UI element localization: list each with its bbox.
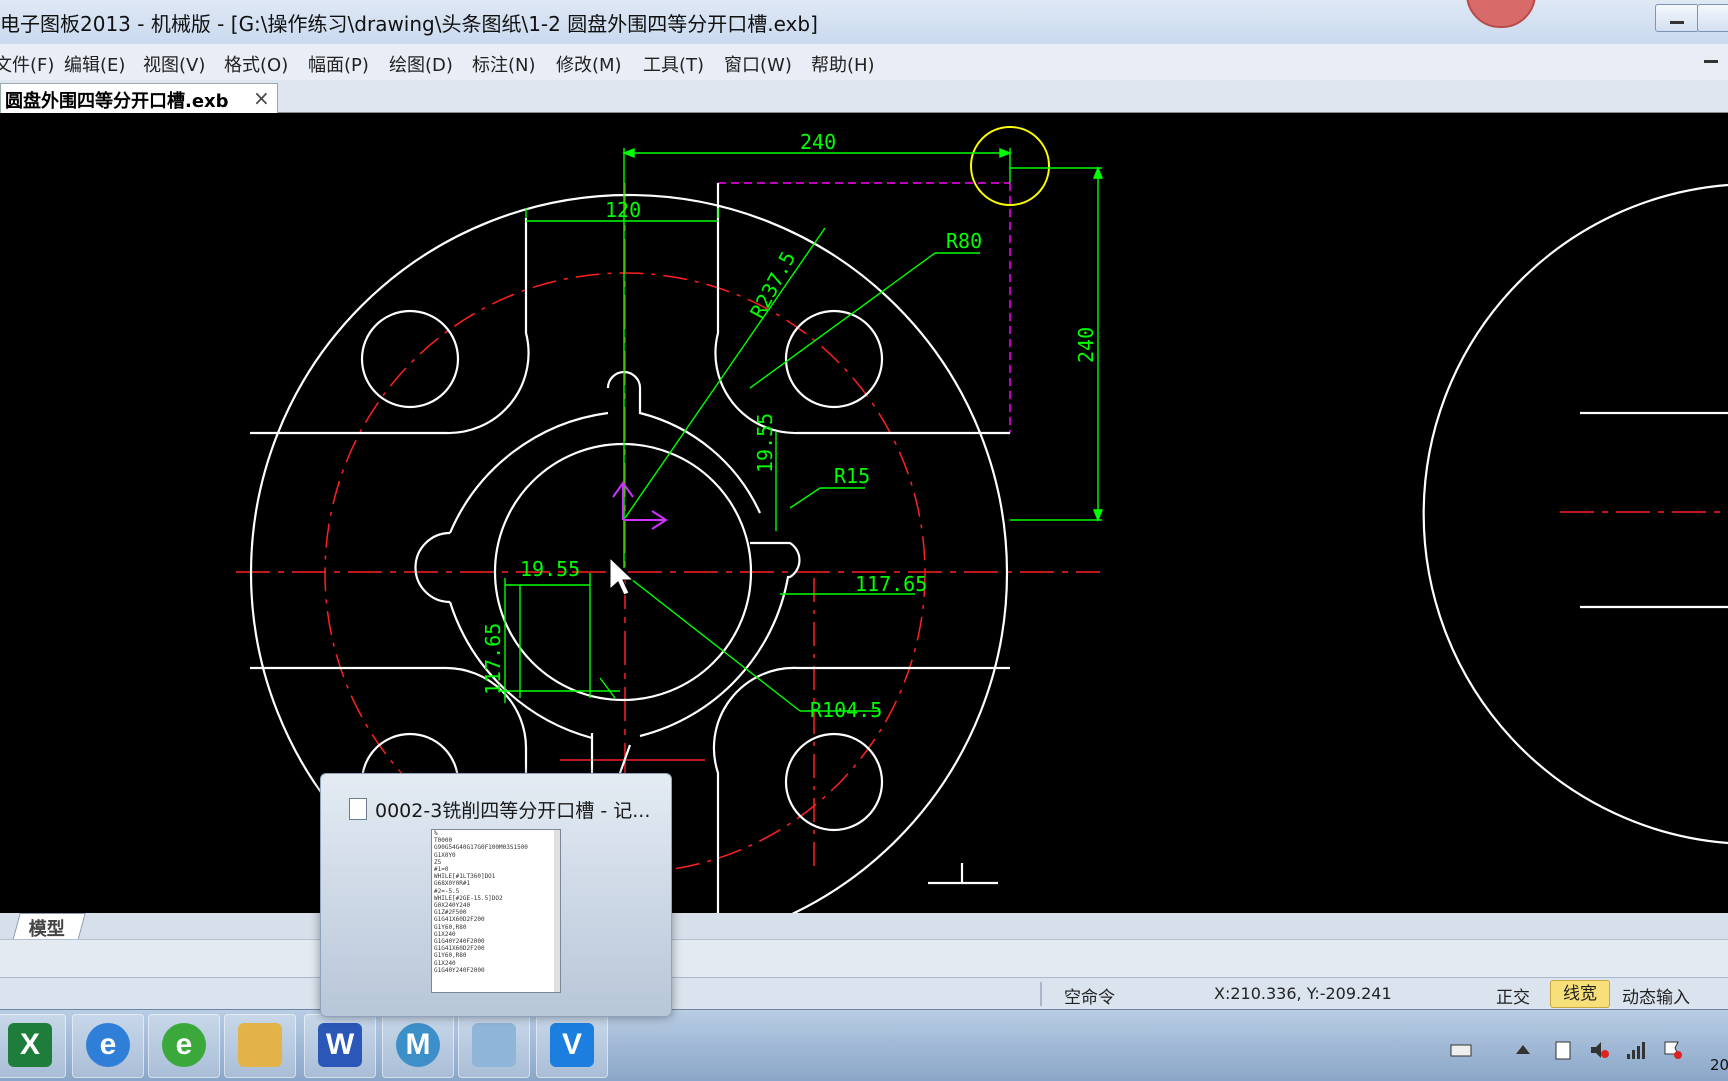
document-tab-bar: 圆盘外围四等分开口槽.exb × [0, 80, 1728, 113]
menu-format[interactable]: 格式(O) [224, 51, 288, 77]
preview-thumbnail[interactable]: % T0000 G90G54G40G17G0F100M03S1500 G1X0Y… [431, 829, 561, 993]
thumb-line: #1=0 [434, 866, 449, 874]
thumb-line: G1Y60,R80 [434, 952, 467, 960]
line-width-toggle[interactable]: 线宽 [1550, 980, 1610, 1008]
taskbar-ie[interactable]: e [72, 1014, 144, 1078]
menu-tools[interactable]: 工具(T) [643, 51, 704, 77]
menu-view[interactable]: 视图(V) [143, 51, 205, 77]
title-bar: 电子图板2013 - 机械版 - [G:\操作练习\drawing\头条图纸\1… [0, 0, 1728, 45]
status-coordinates: X:210.336, Y:-209.241 [1214, 984, 1392, 1003]
preview-title: 0002-3铣削四等分开口槽 - 记... [375, 800, 651, 822]
dim-r80: R80 [946, 229, 982, 253]
taskbar-notepad[interactable] [458, 1014, 530, 1078]
notepad-icon [472, 1023, 516, 1067]
maximize-button[interactable] [1697, 4, 1728, 32]
thumb-line: G68X0Y0R#1 [434, 880, 471, 888]
thumb-line: G1Y60,R80 [434, 923, 467, 931]
thumb-line: G1G41X60D2F200 [434, 916, 485, 924]
dim-240-top: 240 [800, 130, 836, 154]
dim-19-55-left: 19.55 [520, 557, 580, 581]
v-app-icon: V [550, 1023, 594, 1067]
explorer-icon [238, 1023, 282, 1067]
action-center-icon[interactable] [1662, 1040, 1684, 1060]
menu-sheet[interactable]: 幅面(P) [308, 51, 369, 77]
thumb-line: G1X240 [434, 959, 456, 967]
menu-file[interactable]: 文件(F) [0, 51, 54, 77]
status-command: 空命令 [1064, 988, 1115, 1008]
ie-green-icon: e [162, 1023, 206, 1067]
thumb-line: #2=-5.5 [434, 887, 460, 895]
menu-dimension[interactable]: 标注(N) [472, 51, 536, 77]
notepad-icon [349, 798, 367, 820]
document-tab-label: 圆盘外围四等分开口槽.exb [5, 91, 229, 112]
thumb-line: G1X0Y0 [434, 851, 456, 859]
thumb-line: G1X240 [434, 930, 456, 938]
thumb-line: G0X240Y240 [434, 902, 471, 910]
thumb-line: Z5 [434, 858, 442, 866]
dimension-lines [500, 147, 1104, 712]
thumb-line: G1Z#2F500 [434, 909, 467, 917]
thumb-line: G90G54G40G17G0F100M03S1500 [434, 844, 528, 852]
menu-modify[interactable]: 修改(M) [556, 51, 622, 77]
thumb-line: G1G40Y240F2000 [434, 938, 485, 946]
minimize-button[interactable] [1655, 4, 1699, 32]
ortho-toggle[interactable]: 正交 [1496, 983, 1530, 1008]
clipboard-icon[interactable] [1552, 1040, 1574, 1060]
dim-19-55-vert: 19.55 [753, 413, 777, 473]
status-separator [1040, 982, 1042, 1006]
menu-draw[interactable]: 绘图(D) [389, 51, 453, 77]
dynamic-input-toggle[interactable]: 动态输入 [1622, 983, 1690, 1008]
ie-icon: e [86, 1023, 130, 1067]
word-icon: W [318, 1023, 362, 1067]
document-minimize-button[interactable] [1704, 60, 1718, 63]
status-bar: 空命令 X:210.336, Y:-209.241 正交 线宽 动态输入 [0, 977, 1728, 1010]
dim-r237: R237.5 [745, 247, 800, 322]
dim-117-65-vert: 117.65 [481, 623, 505, 695]
caxa-icon: M [396, 1023, 440, 1067]
tray-expand-icon[interactable] [1512, 1040, 1534, 1060]
dim-r15: R15 [834, 464, 870, 488]
network-icon[interactable] [1625, 1040, 1647, 1060]
taskbar-ie-green[interactable]: e [148, 1014, 220, 1078]
dim-120: 120 [605, 198, 641, 222]
menu-bar: 文件(F) 编辑(E) 视图(V) 格式(O) 幅面(P) 绘图(D) 标注(N… [0, 44, 1728, 81]
taskbar-excel[interactable]: X [0, 1014, 66, 1078]
taskbar-preview[interactable]: 0002-3铣削四等分开口槽 - 记... % T0000 G90G54G40G… [320, 773, 672, 1017]
thumb-line: G1G40Y240F2000 [434, 966, 485, 974]
close-icon[interactable]: × [253, 86, 270, 110]
taskbar-caxa[interactable]: M [382, 1014, 454, 1078]
dim-r104: R104.5 [810, 698, 882, 722]
camera-overlay-icon [1466, 0, 1536, 28]
menu-help[interactable]: 帮助(H) [811, 51, 875, 77]
command-line[interactable] [0, 939, 1728, 978]
cad-drawing[interactable]: 240 120 R80 R237.5 240 19.55 R15 19.55 1… [0, 113, 1728, 913]
taskbar-explorer[interactable] [224, 1014, 296, 1078]
thumb-line: G1G41X60D2F200 [434, 945, 485, 953]
drawing-canvas[interactable]: 240 120 R80 R237.5 240 19.55 R15 19.55 1… [0, 113, 1728, 913]
dimension-texts: 240 120 R80 R237.5 240 19.55 R15 19.55 1… [481, 130, 1098, 722]
window-title: 电子图板2013 - 机械版 - [G:\操作练习\drawing\头条图纸\1… [0, 12, 818, 36]
document-tab[interactable]: 圆盘外围四等分开口槽.exb × [0, 83, 278, 113]
model-tab-label: 模型 [28, 919, 65, 940]
keyboard-icon[interactable] [1450, 1040, 1472, 1060]
taskbar-clock[interactable]: 20 [1710, 1056, 1728, 1074]
volume-muted-icon[interactable] [1588, 1040, 1610, 1060]
thumb-line: WHILE[#2GE-15.5]DO2 [434, 894, 503, 902]
excel-icon: X [8, 1023, 52, 1067]
ucs-axis-icon [612, 481, 668, 530]
menu-edit[interactable]: 编辑(E) [64, 51, 125, 77]
dim-117-65-right: 117.65 [855, 572, 927, 596]
mouse-cursor-icon [609, 556, 635, 596]
menu-window[interactable]: 窗口(W) [724, 51, 792, 77]
thumb-line: % [434, 830, 438, 837]
thumb-line: T0000 [434, 837, 453, 845]
thumb-scrollbar [554, 830, 560, 992]
model-tab[interactable]: 模型 [12, 913, 86, 941]
taskbar-word[interactable]: W [304, 1014, 376, 1078]
dim-240-side: 240 [1074, 327, 1098, 363]
thumb-line: WHILE[#1LT360]DO1 [434, 873, 496, 881]
taskbar-v-app[interactable]: V [536, 1014, 608, 1078]
